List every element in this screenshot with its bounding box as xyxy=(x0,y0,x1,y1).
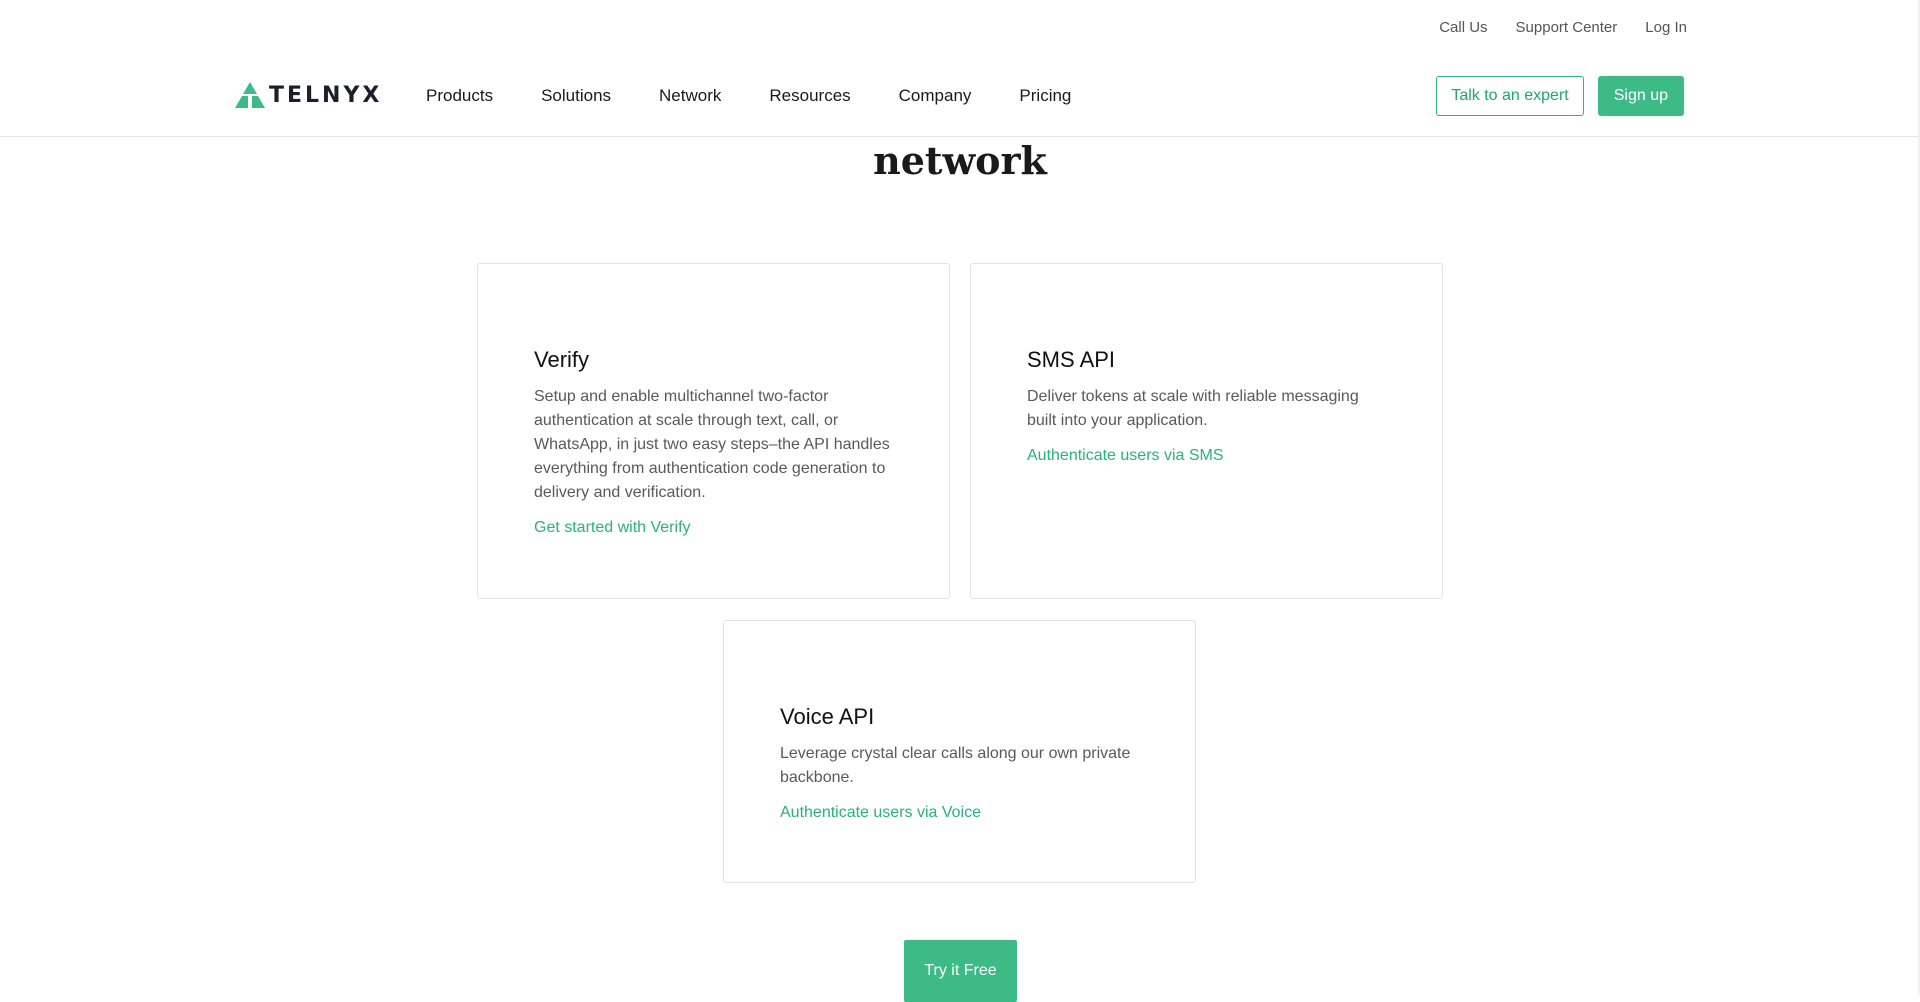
sms-api-card: SMS API Deliver tokens at scale with rel… xyxy=(970,263,1443,599)
nav-item-resources[interactable]: Resources xyxy=(769,86,850,106)
section-heading: network xyxy=(873,138,1047,183)
log-in-link[interactable]: Log In xyxy=(1645,19,1687,36)
nav-item-network[interactable]: Network xyxy=(659,86,721,106)
try-it-free-button[interactable]: Try it Free xyxy=(904,940,1017,1002)
authenticate-sms-link[interactable]: Authenticate users via SMS xyxy=(1027,447,1224,464)
card-title: Voice API xyxy=(780,704,875,729)
voice-api-card: Voice API Leverage crystal clear calls a… xyxy=(723,620,1196,883)
utility-bar: Call Us Support Center Log In xyxy=(0,0,1920,56)
telnyx-logo-icon xyxy=(235,82,265,108)
talk-to-expert-button[interactable]: Talk to an expert xyxy=(1436,76,1584,116)
card-description: Setup and enable multichannel two-factor… xyxy=(534,388,890,501)
call-us-link[interactable]: Call Us xyxy=(1439,19,1487,36)
get-started-verify-link[interactable]: Get started with Verify xyxy=(534,519,691,536)
card-description: Leverage crystal clear calls along our o… xyxy=(780,745,1131,786)
nav-item-solutions[interactable]: Solutions xyxy=(541,86,611,106)
main-nav: TELNYX Products Solutions Network Resour… xyxy=(0,56,1920,137)
authenticate-voice-link[interactable]: Authenticate users via Voice xyxy=(780,804,981,821)
card-title: SMS API xyxy=(1027,347,1116,372)
logo-text: TELNYX xyxy=(269,82,383,108)
primary-nav: Products Solutions Network Resources Com… xyxy=(426,86,1071,106)
card-title: Verify xyxy=(534,347,590,372)
logo[interactable]: TELNYX xyxy=(235,81,382,109)
utility-links: Call Us Support Center Log In xyxy=(1439,19,1687,36)
nav-actions: Talk to an expert Sign up xyxy=(1436,76,1684,116)
card-description: Deliver tokens at scale with reliable me… xyxy=(1027,388,1359,429)
verify-card: Verify Setup and enable multichannel two… xyxy=(477,263,950,599)
nav-item-pricing[interactable]: Pricing xyxy=(1019,86,1071,106)
nav-item-company[interactable]: Company xyxy=(899,86,972,106)
sign-up-button[interactable]: Sign up xyxy=(1597,76,1684,116)
nav-item-products[interactable]: Products xyxy=(426,86,493,106)
support-center-link[interactable]: Support Center xyxy=(1516,19,1618,36)
